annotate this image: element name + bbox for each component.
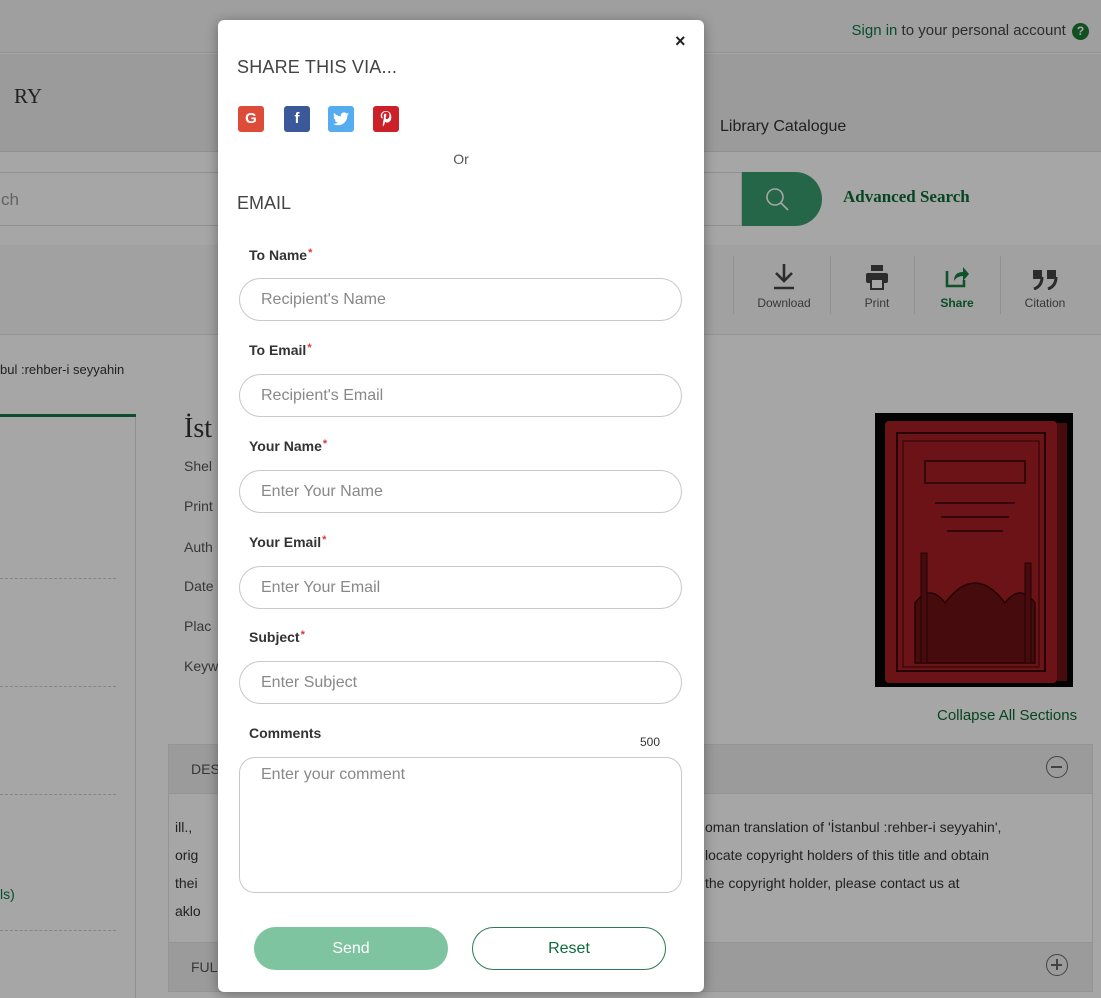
subject-label-text: Subject [249, 629, 300, 645]
modal-title: SHARE THIS VIA... [237, 57, 398, 77]
required-mark: * [308, 247, 313, 259]
pinterest-share-button[interactable] [373, 106, 399, 132]
twitter-share-button[interactable] [328, 106, 354, 132]
to-email-label-text: To Email [249, 342, 307, 358]
to-name-label-text: To Name [249, 247, 308, 263]
facebook-icon: f [294, 110, 300, 127]
your-email-input[interactable] [239, 566, 682, 609]
facebook-share-button[interactable]: f [284, 106, 310, 132]
to-email-label: To Email* [249, 342, 312, 358]
required-mark: * [322, 534, 327, 546]
to-name-input[interactable] [239, 278, 682, 321]
email-heading: EMAIL [237, 193, 292, 213]
or-divider: Or [453, 151, 469, 167]
reset-button[interactable]: Reset [472, 927, 666, 970]
your-email-label: Your Email* [249, 534, 326, 550]
character-counter: 500 [640, 735, 661, 749]
close-icon[interactable]: × [675, 32, 686, 50]
google-icon: G [245, 110, 257, 127]
subject-input[interactable] [239, 661, 682, 704]
to-email-input[interactable] [239, 374, 682, 417]
send-button[interactable]: Send [254, 927, 448, 970]
subject-label: Subject* [249, 629, 305, 645]
required-mark: * [307, 342, 312, 354]
share-modal: × SHARE THIS VIA... G f Or EMAIL To Name… [218, 20, 704, 992]
required-mark: * [322, 438, 328, 450]
your-name-label: Your Name* [249, 438, 327, 454]
comments-textarea[interactable] [239, 757, 682, 893]
pinterest-icon [380, 111, 392, 127]
required-mark: * [300, 629, 305, 641]
comments-label: Comments [249, 725, 322, 741]
to-name-label: To Name* [249, 247, 312, 263]
your-name-input[interactable] [239, 470, 682, 513]
google-share-button[interactable]: G [238, 106, 264, 132]
twitter-icon [333, 112, 349, 126]
your-email-label-text: Your Email [249, 534, 322, 550]
your-name-label-text: Your Name [249, 438, 322, 454]
